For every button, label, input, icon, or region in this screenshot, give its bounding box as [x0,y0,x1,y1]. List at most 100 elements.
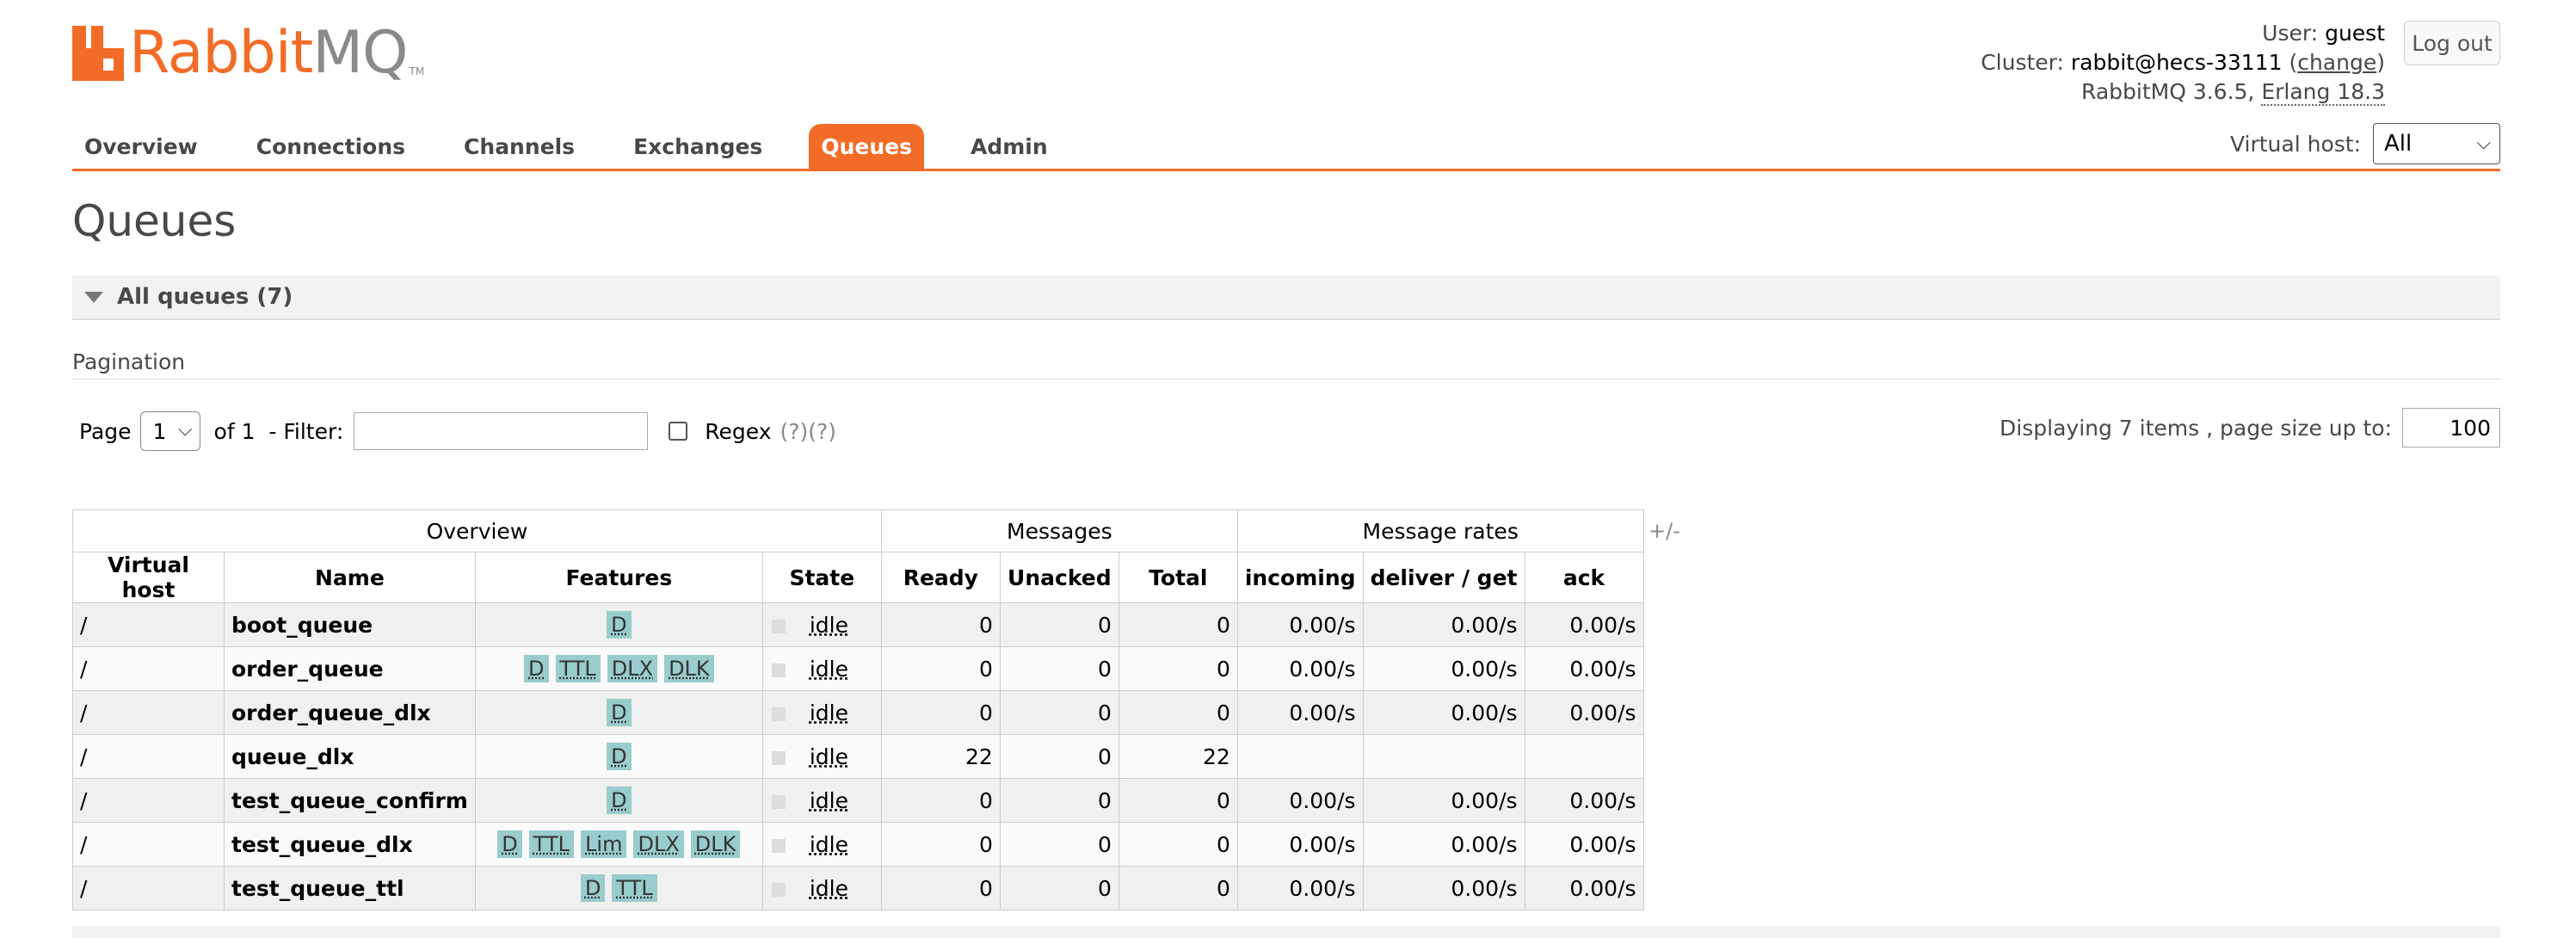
cell-incoming: 0.00/s [1236,778,1364,823]
state-label: idle [809,744,848,769]
tab-queues[interactable]: Queues [809,124,924,169]
chevron-down-icon: ⌵ [177,419,193,441]
cell-features: D [474,690,763,735]
erlang-version: Erlang 18.3 [2261,79,2385,106]
feature-badge: Lim [581,830,627,858]
feature-badge: D [524,655,549,682]
version-line: RabbitMQ 3.6.5, Erlang 18.3 [1981,77,2385,107]
rabbitmq-logo[interactable]: RabbitMQ TM [72,19,424,87]
cell-ack [1524,734,1644,779]
col-total[interactable]: Total [1118,552,1238,603]
section-title: All queues (7) [117,284,293,310]
state-label: idle [809,831,848,857]
feature-badge: TTL [528,830,575,858]
queue-name-link[interactable]: order_queue_dlx [224,690,476,735]
display-info: Displaying 7 items , page size up to: 10… [2000,408,2500,447]
cell-incoming: 0.00/s [1236,690,1364,735]
tab-exchanges[interactable]: Exchanges [621,124,774,169]
cluster-line: Cluster: rabbit@hecs-33111 (change) [1981,50,2385,75]
cell-state: idle [761,602,882,647]
virtual-host-label: Virtual host: [2229,131,2361,157]
page-title: Queues [72,196,237,246]
cell-features: D [474,734,763,779]
tab-overview[interactable]: Overview [72,124,210,169]
state-indicator-icon [771,619,786,633]
login-details: User: guest Cluster: rabbit@hecs-33111 (… [1981,19,2385,107]
user-label: User: [2262,21,2319,46]
all-queues-section-toggle[interactable]: All queues (7) [72,275,2500,320]
state-indicator-icon [771,838,786,853]
cell-ready: 0 [880,602,1001,647]
feature-badge: D [497,830,522,858]
queue-name-link[interactable]: queue_dlx [224,734,476,779]
queue-name-link[interactable]: boot_queue [224,602,476,647]
column-toggle[interactable]: +/- [1649,519,1680,543]
cell-ready: 0 [880,646,1001,691]
cluster-name: rabbit@hecs-33111 [2070,50,2283,75]
page-size-input[interactable]: 100 [2402,408,2500,447]
cell-unacked: 0 [999,778,1119,823]
cell-ready: 0 [880,866,1001,910]
cell-incoming [1236,734,1364,779]
cell-vhost: / [72,602,225,647]
queue-name-link[interactable]: test_queue_ttl [224,866,476,910]
queue-name-link[interactable]: test_queue_dlx [224,822,476,867]
table-row: / order_queue D TTL DLX DLK idle 0 0 0 0.00/s 0.00/… [72,646,1644,691]
pagination-controls: Page 1 ⌵ of 1 - Filter: Regex (?)(?) [79,410,836,453]
table-row: / order_queue_dlx Didle 0 0 0 0.00/s 0.00/s 0.00… [72,690,1644,735]
feature-badge: DLK [690,830,741,858]
feature-badge: D [607,611,632,639]
page-label: Page [79,418,132,444]
col-unacked[interactable]: Unacked [999,552,1119,603]
user-line: User: guest [1981,19,2385,48]
tab-channels[interactable]: Channels [452,124,587,169]
col-ready[interactable]: Ready [880,552,1001,603]
state-label: idle [809,612,848,638]
feature-badge: TTL [555,655,601,682]
col-name[interactable]: Name [224,552,476,603]
col-state: State [761,552,882,603]
table-row: / test_queue_ttl D TTL idle 0 0 0 0.00/s 0.00/s 0.… [72,866,1644,910]
cell-unacked: 0 [999,602,1119,647]
cell-ack: 0.00/s [1524,778,1644,823]
col-ack[interactable]: ack [1524,552,1644,603]
cell-deliver-get: 0.00/s [1362,602,1525,647]
cell-deliver-get [1362,734,1525,779]
cell-ready: 0 [880,778,1001,823]
filter-input[interactable] [354,412,649,450]
regex-help-link[interactable]: (?)(?) [780,419,836,444]
cluster-label: Cluster: [1981,50,2064,75]
cell-state: idle [761,734,882,779]
tab-admin[interactable]: Admin [958,124,1060,169]
cell-incoming: 0.00/s [1236,602,1364,647]
tab-connections[interactable]: Connections [244,124,417,169]
logo-wordmark: RabbitMQ [129,19,409,87]
version-text: RabbitMQ 3.6.5, [2081,79,2262,104]
group-message-rates: Message rates [1236,509,1644,552]
virtual-host-select[interactable]: All ⌵ [2373,123,2500,164]
col-virtual-host[interactable]: Virtual host [72,552,225,603]
cell-vhost: / [72,866,225,910]
cell-ack: 0.00/s [1524,822,1644,867]
cell-total: 0 [1118,822,1238,867]
col-incoming[interactable]: incoming [1236,552,1364,603]
cell-vhost: / [72,690,225,735]
feature-badge: DLX [607,655,658,682]
change-cluster-link[interactable]: change [2297,50,2376,75]
col-deliver-get[interactable]: deliver / get [1362,552,1525,603]
state-label: idle [809,787,848,813]
logout-button[interactable]: Log out [2404,21,2500,65]
page-select[interactable]: 1 ⌵ [139,411,200,451]
virtual-host-selector: Virtual host: All ⌵ [2230,123,2500,164]
regex-checkbox[interactable] [669,422,688,441]
state-indicator-icon [771,663,786,677]
cell-unacked: 0 [999,866,1119,910]
cell-ack: 0.00/s [1524,646,1644,691]
col-features: Features [474,552,763,603]
cell-unacked: 0 [999,734,1119,779]
feature-badge: D [607,699,632,726]
queue-name-link[interactable]: order_queue [224,646,476,691]
table-row: / queue_dlx Didle 22 0 22 [72,734,1644,779]
queue-name-link[interactable]: test_queue_confirm [224,778,476,823]
cell-incoming: 0.00/s [1236,646,1364,691]
